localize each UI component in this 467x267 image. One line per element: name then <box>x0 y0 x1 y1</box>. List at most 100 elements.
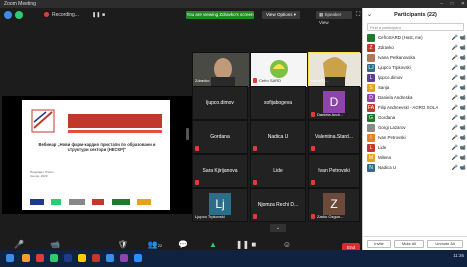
taskbar-app-icon[interactable] <box>64 254 72 262</box>
participant-row[interactable]: L Lide 🎤 📹 <box>363 143 467 153</box>
camera-off-icon[interactable]: 📹 <box>460 65 466 71</box>
mic-muted-icon: 🎤 <box>14 240 24 249</box>
mic-on-icon[interactable]: 🎤 <box>452 55 458 61</box>
speaker-view-button[interactable]: ▦ Speaker View <box>316 11 352 25</box>
taskbar-app-icon[interactable] <box>120 254 128 262</box>
participant-row[interactable]: FA Filip Andreevski - AGRO SOLAR 🎤 📹 <box>363 103 467 113</box>
unmute-all-button[interactable]: Unmute All <box>427 240 463 248</box>
mic-off-icon[interactable]: 🎤 <box>452 165 458 171</box>
participant-search-input[interactable]: Find a participant <box>367 23 464 31</box>
camera-off-icon[interactable]: 📹 <box>460 85 466 91</box>
mic-off-icon[interactable]: 🎤 <box>452 125 458 131</box>
camera-off-icon[interactable]: 📹 <box>460 115 466 121</box>
video-tile-sofija[interactable]: sofijabogeva <box>250 86 306 120</box>
mic-off-icon[interactable]: 🎤 <box>452 135 458 141</box>
mic-off-icon <box>195 180 199 185</box>
mic-on-icon[interactable]: 🎤 <box>452 45 458 51</box>
close-icon[interactable]: ✕ <box>461 1 465 7</box>
participant-row[interactable]: Lljupco.dimov 🎤 📹 <box>363 73 467 83</box>
tile-name: Nadica U <box>267 134 289 140</box>
mic-off-icon[interactable]: 🎤 <box>452 145 458 151</box>
avatar: Lj <box>209 193 231 215</box>
pause-icon: ❚❚ ■ <box>235 240 257 249</box>
invite-button[interactable]: Invite <box>367 240 391 248</box>
camera-off-icon[interactable]: 📹 <box>460 155 466 161</box>
info-icon[interactable] <box>4 11 12 19</box>
camera-on-icon[interactable]: 📹 <box>460 55 466 61</box>
video-tile-zdravko[interactable]: Zdravko <box>192 52 249 87</box>
participant-status: 🎤 📹 <box>452 103 466 113</box>
pause-recording-icon[interactable]: ❚❚ <box>92 12 100 18</box>
mic-off-icon[interactable]: 🎤 <box>452 35 458 41</box>
view-options-button[interactable]: View Options ▾ <box>262 11 300 19</box>
participant-name: Nadica U <box>378 165 397 170</box>
taskbar-app-icon[interactable] <box>92 254 100 262</box>
camera-off-icon[interactable]: 📹 <box>460 165 466 171</box>
avatar: G <box>367 114 375 122</box>
taskbar-app-icon[interactable] <box>106 254 114 262</box>
video-tile-zarko[interactable]: Z Zarko Ozgun... <box>308 188 360 222</box>
tile-name: Sara Kjirijanova <box>202 168 238 174</box>
video-tile-sara[interactable]: Sara Kjirijanova <box>192 154 248 188</box>
participant-row[interactable]: Gorgi Lazarov 🎤 📹 <box>363 123 467 133</box>
taskbar-app-icon[interactable] <box>36 254 44 262</box>
mic-on-icon[interactable]: 🎤 <box>452 85 458 91</box>
taskbar-app-icon[interactable] <box>78 254 86 262</box>
shared-screen[interactable]: Вебинар „Нови фарм-кардио пристапи по об… <box>2 96 192 214</box>
maximize-icon[interactable]: □ <box>450 1 453 7</box>
participant-row[interactable]: I Ivan Petrovski 🎤 📹 <box>363 133 467 143</box>
camera-off-icon[interactable]: 📹 <box>460 135 466 141</box>
camera-off-icon: 📹 <box>50 240 60 249</box>
camera-off-icon[interactable]: 📹 <box>460 35 466 41</box>
mic-on-icon[interactable]: 🎤 <box>452 75 458 81</box>
video-tile-ljupco-trpkovski[interactable]: Lj Ljupco Trpkovski <box>192 188 248 222</box>
video-tile-daniela[interactable]: D Daniela Andr... <box>308 86 360 120</box>
mic-off-icon[interactable]: 🎤 <box>452 95 458 101</box>
video-tile-ljupco-dimov[interactable]: ljupco.dimov <box>192 86 248 120</box>
video-tile-ivana[interactable]: Ivana Fi... <box>308 52 361 87</box>
taskbar-app-icon[interactable] <box>22 254 30 262</box>
splitter-handle[interactable] <box>186 128 189 140</box>
mic-off-icon[interactable]: 🎤 <box>452 115 458 121</box>
video-tile-cefro[interactable]: Cefro SARD <box>250 52 307 87</box>
camera-off-icon[interactable]: 📹 <box>460 125 466 131</box>
camera-on-icon[interactable]: 📹 <box>460 45 466 51</box>
camera-off-icon[interactable]: 📹 <box>460 95 466 101</box>
shield-icon[interactable] <box>15 11 23 19</box>
mic-off-icon[interactable]: 🎤 <box>452 65 458 71</box>
mic-off-icon[interactable]: 🎤 <box>452 155 458 161</box>
participant-row[interactable]: Z Zdravko 🎤 📹 <box>363 43 467 53</box>
participant-row[interactable]: N Nadica U 🎤 📹 <box>363 163 467 173</box>
fullscreen-icon[interactable]: ⛶ <box>356 11 360 19</box>
participant-row[interactable]: G Gordana 🎤 📹 <box>363 113 467 123</box>
taskbar-app-icon[interactable] <box>50 254 58 262</box>
video-tile-njomza[interactable]: Njomza Rechi D... <box>250 188 306 222</box>
collapse-icon[interactable]: ⌄ <box>367 8 372 22</box>
tile-name-label: Cefro SARD <box>259 78 282 83</box>
participant-row[interactable]: S Sanja 🎤 📹 <box>363 83 467 93</box>
participant-row[interactable]: CefroSARD (Host, me) 🎤 📹 <box>363 33 467 43</box>
clock-time: 11:36 <box>453 253 464 258</box>
camera-off-icon[interactable]: 📹 <box>460 145 466 151</box>
mic-off-icon[interactable]: 🎤 <box>452 105 458 111</box>
mute-all-button[interactable]: Mute All <box>394 240 424 248</box>
participant-row[interactable]: D Daniela Andreska 🎤 📹 <box>363 93 467 103</box>
video-tile-nadica[interactable]: Nadica U <box>250 120 306 154</box>
video-tile-gordana[interactable]: Gordana <box>192 120 248 154</box>
tile-name: Gordana <box>210 134 230 140</box>
participant-row[interactable]: Ivana Petkanovska 🎤 📹 <box>363 53 467 63</box>
stop-recording-icon[interactable]: ■ <box>102 12 105 18</box>
start-button-icon[interactable] <box>6 254 14 262</box>
recording-dot-icon <box>44 12 49 18</box>
next-page-chevron-icon[interactable]: ⌄ <box>270 224 286 232</box>
video-tile-valentina[interactable]: Valentina.Stard... <box>308 120 360 154</box>
camera-off-icon[interactable]: 📹 <box>460 105 466 111</box>
participant-name: Gorgi Lazarov <box>378 125 406 130</box>
taskbar-zoom-icon[interactable] <box>134 254 142 262</box>
video-tile-ivan[interactable]: Ivan Petrovski <box>308 154 360 188</box>
participant-row[interactable]: LJ Ljupco Trpkovski 🎤 📹 <box>363 63 467 73</box>
video-tile-lide[interactable]: Lide <box>250 154 306 188</box>
participant-row[interactable]: M Milena 🎤 📹 <box>363 153 467 163</box>
camera-off-icon[interactable]: 📹 <box>460 75 466 81</box>
minimize-icon[interactable]: – <box>440 1 443 7</box>
